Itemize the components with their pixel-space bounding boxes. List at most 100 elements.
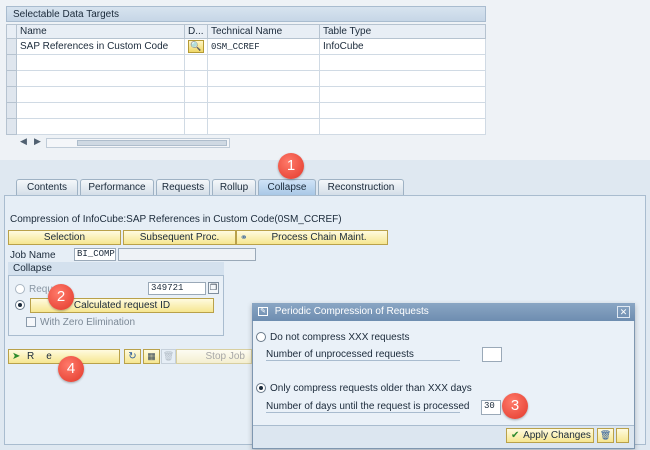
- empty-cell: [16, 54, 185, 71]
- table-header-row: Name D... Technical Name Table Type: [6, 24, 486, 39]
- option-no-compress-radio[interactable]: [256, 332, 266, 342]
- row-selector[interactable]: [6, 38, 17, 55]
- empty-cell: [207, 54, 320, 71]
- row-selector[interactable]: [6, 102, 17, 119]
- option-older-than-radio[interactable]: [256, 383, 266, 393]
- apply-changes-button[interactable]: ✔ Apply Changes: [506, 428, 594, 443]
- job-overview-icon[interactable]: ▦: [143, 349, 160, 364]
- zero-elimination-checkbox[interactable]: [26, 317, 36, 327]
- tab-performance[interactable]: Performance: [80, 179, 154, 195]
- annotation-badge-4: 4: [58, 356, 84, 382]
- row-selector[interactable]: [6, 86, 17, 103]
- row-selector[interactable]: [6, 118, 17, 135]
- release-button-label: R: [27, 351, 35, 362]
- empty-cell: [184, 86, 208, 103]
- cell-technical-name: 0SM_CCREF: [207, 38, 320, 55]
- unprocessed-requests-label: Number of unprocessed requests: [266, 349, 414, 360]
- dialog-title: Periodic Compression of Requests: [274, 306, 429, 317]
- unprocessed-requests-field[interactable]: [482, 347, 502, 362]
- job-name-label: Job Name: [10, 250, 56, 261]
- job-name-extension-field: [118, 248, 256, 261]
- more-button[interactable]: [616, 428, 629, 443]
- empty-cell: [184, 70, 208, 87]
- empty-cell: [184, 102, 208, 119]
- empty-cell: [319, 102, 486, 119]
- job-name-field[interactable]: BI_COMP: [74, 248, 116, 261]
- scrollbar-thumb[interactable]: [77, 140, 227, 146]
- calculated-request-radio[interactable]: [15, 300, 25, 310]
- empty-cell: [319, 118, 486, 135]
- tab-requests[interactable]: Requests: [156, 179, 210, 195]
- row-selector[interactable]: [6, 54, 17, 71]
- empty-cell: [319, 70, 486, 87]
- data-targets-table: Name D... Technical Name Table Type SAP …: [6, 24, 486, 135]
- tab-reconstruction[interactable]: Reconstruction: [318, 179, 404, 195]
- refresh-icon[interactable]: ↻: [124, 349, 141, 364]
- cell-details[interactable]: 🔍: [184, 38, 208, 55]
- empty-cell: [207, 118, 320, 135]
- selection-button[interactable]: Selection: [8, 230, 121, 245]
- subsequent-proc-button[interactable]: Subsequent Proc.: [123, 230, 236, 245]
- row-selector[interactable]: [6, 70, 17, 87]
- empty-cell: [16, 70, 185, 87]
- table-row-empty: [6, 102, 486, 119]
- days-until-processed-field[interactable]: 30: [481, 400, 501, 415]
- scroll-left-icon[interactable]: ◀: [20, 136, 27, 147]
- release-button-label-tail: e: [46, 351, 52, 362]
- process-chain-label: Process Chain Maint.: [271, 232, 367, 243]
- field-underline: [266, 360, 460, 361]
- empty-cell: [207, 102, 320, 119]
- process-chain-maint-button[interactable]: ⚭ Process Chain Maint.: [236, 230, 388, 245]
- table-row[interactable]: SAP References in Custom Code 🔍 0SM_CCRE…: [6, 38, 486, 55]
- scroll-right-icon[interactable]: ▶: [34, 136, 41, 147]
- zero-elimination-label: With Zero Elimination: [40, 317, 136, 328]
- tab-rollup[interactable]: Rollup: [212, 179, 256, 195]
- close-icon[interactable]: ✕: [617, 306, 630, 318]
- field-underline: [266, 412, 460, 413]
- empty-cell: [16, 118, 185, 135]
- magnifier-icon[interactable]: 🔍: [188, 40, 204, 53]
- column-header-name[interactable]: Name: [16, 24, 185, 39]
- delete-icon[interactable]: 🗑: [597, 428, 614, 443]
- table-row-empty: [6, 86, 486, 103]
- chain-link-icon: ⚭: [240, 232, 248, 242]
- edit-icon: ✎: [258, 306, 268, 316]
- empty-cell: [16, 102, 185, 119]
- empty-cell: [184, 54, 208, 71]
- annotation-badge-2: 2: [48, 284, 74, 310]
- cell-table-type: InfoCube: [319, 38, 486, 55]
- column-header-table-type[interactable]: Table Type: [319, 24, 486, 39]
- table-row-empty: [6, 54, 486, 71]
- empty-cell: [16, 86, 185, 103]
- execute-icon: ➤: [12, 351, 21, 362]
- option-older-than-label: Only compress requests older than XXX da…: [270, 383, 472, 394]
- annotation-badge-3: 3: [502, 393, 528, 419]
- empty-cell: [319, 54, 486, 71]
- delete-icon: 🗑: [161, 349, 176, 364]
- empty-cell: [319, 86, 486, 103]
- compression-heading: Compression of InfoCube:SAP References i…: [10, 214, 342, 225]
- annotation-badge-1: 1: [278, 153, 304, 179]
- empty-cell: [207, 70, 320, 87]
- option-no-compress-label: Do not compress XXX requests: [270, 332, 410, 343]
- dialog-title-bar: ✎ Periodic Compression of Requests: [252, 303, 635, 321]
- collapse-group-title: Collapse: [8, 262, 224, 276]
- table-row-empty: [6, 70, 486, 87]
- cell-name: SAP References in Custom Code: [16, 38, 185, 55]
- request-radio[interactable]: [15, 284, 25, 294]
- copy-icon[interactable]: ❐: [208, 282, 219, 294]
- row-selector-header[interactable]: [6, 24, 17, 39]
- days-until-processed-label: Number of days until the request is proc…: [266, 401, 470, 412]
- column-header-technical-name[interactable]: Technical Name: [207, 24, 320, 39]
- column-header-details[interactable]: D...: [184, 24, 208, 39]
- checkmark-icon: ✔: [511, 430, 520, 441]
- request-id-field[interactable]: 349721: [148, 282, 206, 295]
- table-title: Selectable Data Targets: [6, 6, 486, 22]
- empty-cell: [207, 86, 320, 103]
- table-row-empty: [6, 118, 486, 135]
- empty-cell: [184, 118, 208, 135]
- horizontal-scrollbar[interactable]: [46, 138, 230, 148]
- stop-job-button: Stop Job: [176, 349, 252, 364]
- tab-contents[interactable]: Contents: [16, 179, 78, 195]
- tab-collapse[interactable]: Collapse: [258, 179, 316, 195]
